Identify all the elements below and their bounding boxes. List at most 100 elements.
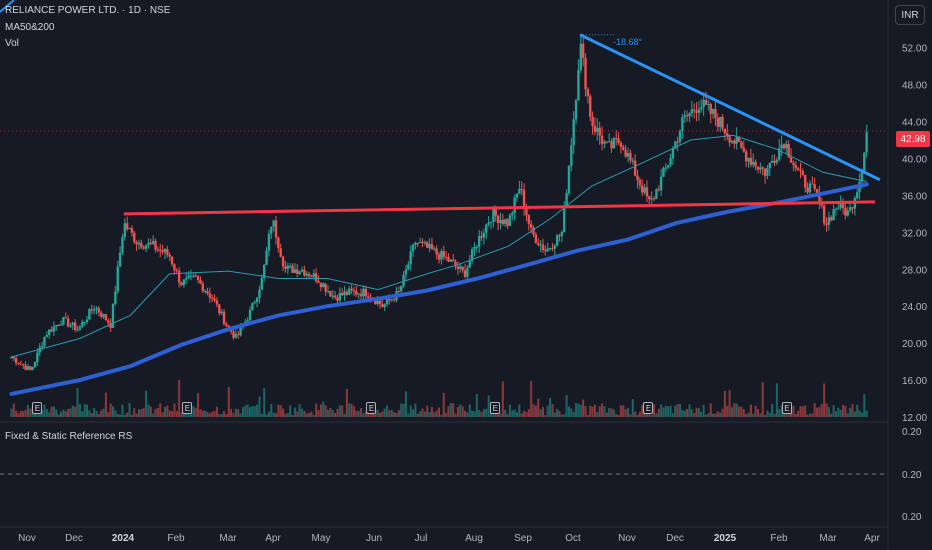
y-tick-label: 48.00	[902, 81, 927, 92]
candle-body	[177, 270, 181, 283]
volume-bar	[511, 410, 514, 417]
volume-bar	[12, 403, 15, 417]
volume-bar	[629, 414, 632, 417]
volume-bar	[57, 414, 60, 417]
volume-bar	[823, 383, 826, 417]
x-tick-label: Apr	[864, 533, 880, 544]
candle-body	[26, 366, 30, 370]
volume-bar	[147, 404, 150, 417]
candle-body	[747, 157, 750, 162]
candle-body	[400, 286, 403, 292]
volume-bar	[742, 409, 745, 417]
volume-bar	[775, 383, 778, 417]
volume-bar	[532, 404, 535, 417]
volume-bar	[438, 407, 441, 417]
volume-bar	[650, 414, 653, 417]
earnings-marker[interactable]: E	[366, 402, 377, 414]
candle-body	[624, 150, 627, 157]
candle-body	[695, 110, 698, 113]
candle-body	[76, 329, 79, 331]
candle-body	[430, 244, 434, 250]
candle-body	[345, 291, 349, 295]
ma200-line	[9, 182, 869, 396]
candle-body	[104, 314, 108, 321]
candle-body	[357, 293, 360, 295]
volume-bar	[695, 407, 698, 417]
candle-body	[180, 282, 183, 286]
candle-body	[234, 334, 238, 338]
candle-body	[697, 109, 701, 113]
candle-body	[499, 220, 502, 224]
candle-body	[856, 192, 859, 199]
volume-bar	[279, 405, 282, 417]
candle-body	[565, 193, 568, 207]
volume-bar	[305, 413, 308, 417]
price-chart[interactable]: 52.00 48.00 44.00 40.00 36.00 32.00 28.00 24.00…	[0, 0, 932, 550]
candle-body	[506, 219, 509, 226]
volume-bar	[246, 404, 249, 417]
subpane-title[interactable]: Fixed & Static Reference RS	[5, 431, 132, 442]
earnings-marker[interactable]: E	[643, 402, 654, 414]
earnings-marker[interactable]: E	[182, 402, 193, 414]
subpane-tick-label: 0.20	[902, 427, 922, 438]
volume-bar	[530, 381, 533, 417]
candle-body	[447, 257, 450, 262]
indicator-ma-label[interactable]: MA50&200	[5, 22, 54, 33]
candle-body	[359, 293, 363, 297]
candle-body	[579, 43, 582, 71]
volume-bar	[24, 410, 27, 417]
volume-bar	[256, 404, 259, 417]
volume-bar	[135, 413, 138, 417]
volume-bar	[114, 410, 117, 417]
candle-body	[792, 162, 795, 165]
volume-bar	[152, 413, 155, 417]
candle-body	[610, 141, 613, 149]
volume-bar	[322, 401, 325, 417]
candle-body	[534, 234, 538, 244]
volume-bar	[29, 408, 32, 417]
volume-bar	[702, 404, 705, 417]
volume-bar	[442, 392, 445, 417]
candle-body	[846, 210, 849, 216]
symbol-title[interactable]: RELIANCE POWER LTD. · 1D · NSE	[5, 5, 170, 16]
candle-body	[799, 170, 802, 172]
volume-bar	[107, 412, 110, 417]
candle-body	[286, 265, 290, 269]
candle-body	[837, 207, 840, 209]
candle-body	[513, 197, 516, 213]
volume-bar	[634, 411, 637, 417]
candle-body	[749, 157, 753, 165]
candle-body	[761, 167, 764, 169]
candle-body	[796, 168, 800, 171]
volume-bar	[156, 408, 159, 417]
volume-bar	[102, 408, 105, 417]
volume-bar	[541, 407, 544, 417]
volume-bar	[577, 403, 580, 417]
currency-button[interactable]: INR	[895, 5, 925, 25]
volume-bar	[565, 395, 568, 417]
candle-body	[766, 168, 769, 176]
volume-bar	[544, 414, 547, 417]
candle-body	[303, 269, 306, 276]
volume-bar	[282, 408, 285, 417]
candle-body	[125, 223, 129, 230]
candle-body	[773, 161, 776, 163]
candle-body	[156, 249, 160, 251]
last-price-label: 42.98	[896, 131, 930, 147]
indicator-vol-label[interactable]: Vol	[5, 38, 19, 49]
earnings-marker[interactable]: E	[32, 402, 43, 414]
candle-body	[733, 140, 736, 144]
volume-bar	[286, 413, 289, 417]
volume-bar	[806, 414, 809, 417]
candle-body	[50, 329, 53, 332]
earnings-marker[interactable]: E	[781, 402, 792, 414]
volume-bar	[681, 410, 684, 417]
earnings-marker[interactable]: E	[490, 402, 501, 414]
volume-bar	[312, 414, 315, 417]
candle-body	[487, 222, 490, 225]
volume-bar	[104, 392, 107, 417]
trend-line	[579, 33, 881, 182]
candle-body	[763, 168, 767, 176]
ma50-line	[11, 134, 867, 358]
volume-bar	[197, 393, 200, 417]
